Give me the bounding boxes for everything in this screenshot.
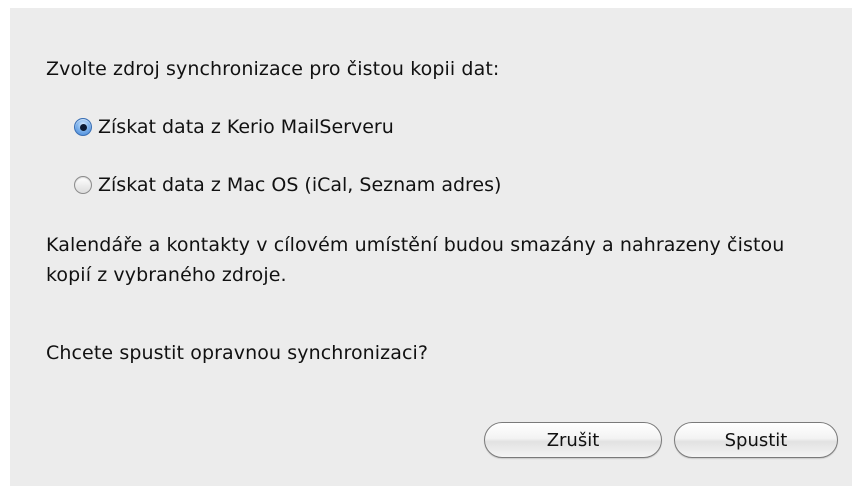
radio-unselected-icon[interactable] — [74, 176, 92, 194]
sync-dialog: Zvolte zdroj synchronizace pro čistou ko… — [10, 8, 852, 486]
radio-selected-icon[interactable] — [74, 118, 92, 136]
radio-option-kerio[interactable]: Získat data z Kerio MailServeru — [74, 114, 394, 140]
warning-text: Kalendáře a kontakty v cílovém umístění … — [46, 234, 785, 286]
cancel-button[interactable]: Zrušit — [484, 422, 662, 458]
confirm-question: Chcete spustit opravnou synchronizaci? — [46, 342, 429, 364]
radio-label-kerio: Získat data z Kerio MailServeru — [98, 116, 394, 138]
radio-label-macos: Získat data z Mac OS (iCal, Seznam adres… — [98, 174, 502, 196]
radio-option-macos[interactable]: Získat data z Mac OS (iCal, Seznam adres… — [74, 172, 501, 198]
source-prompt: Zvolte zdroj synchronizace pro čistou ko… — [46, 58, 500, 80]
run-button[interactable]: Spustit — [674, 422, 838, 458]
